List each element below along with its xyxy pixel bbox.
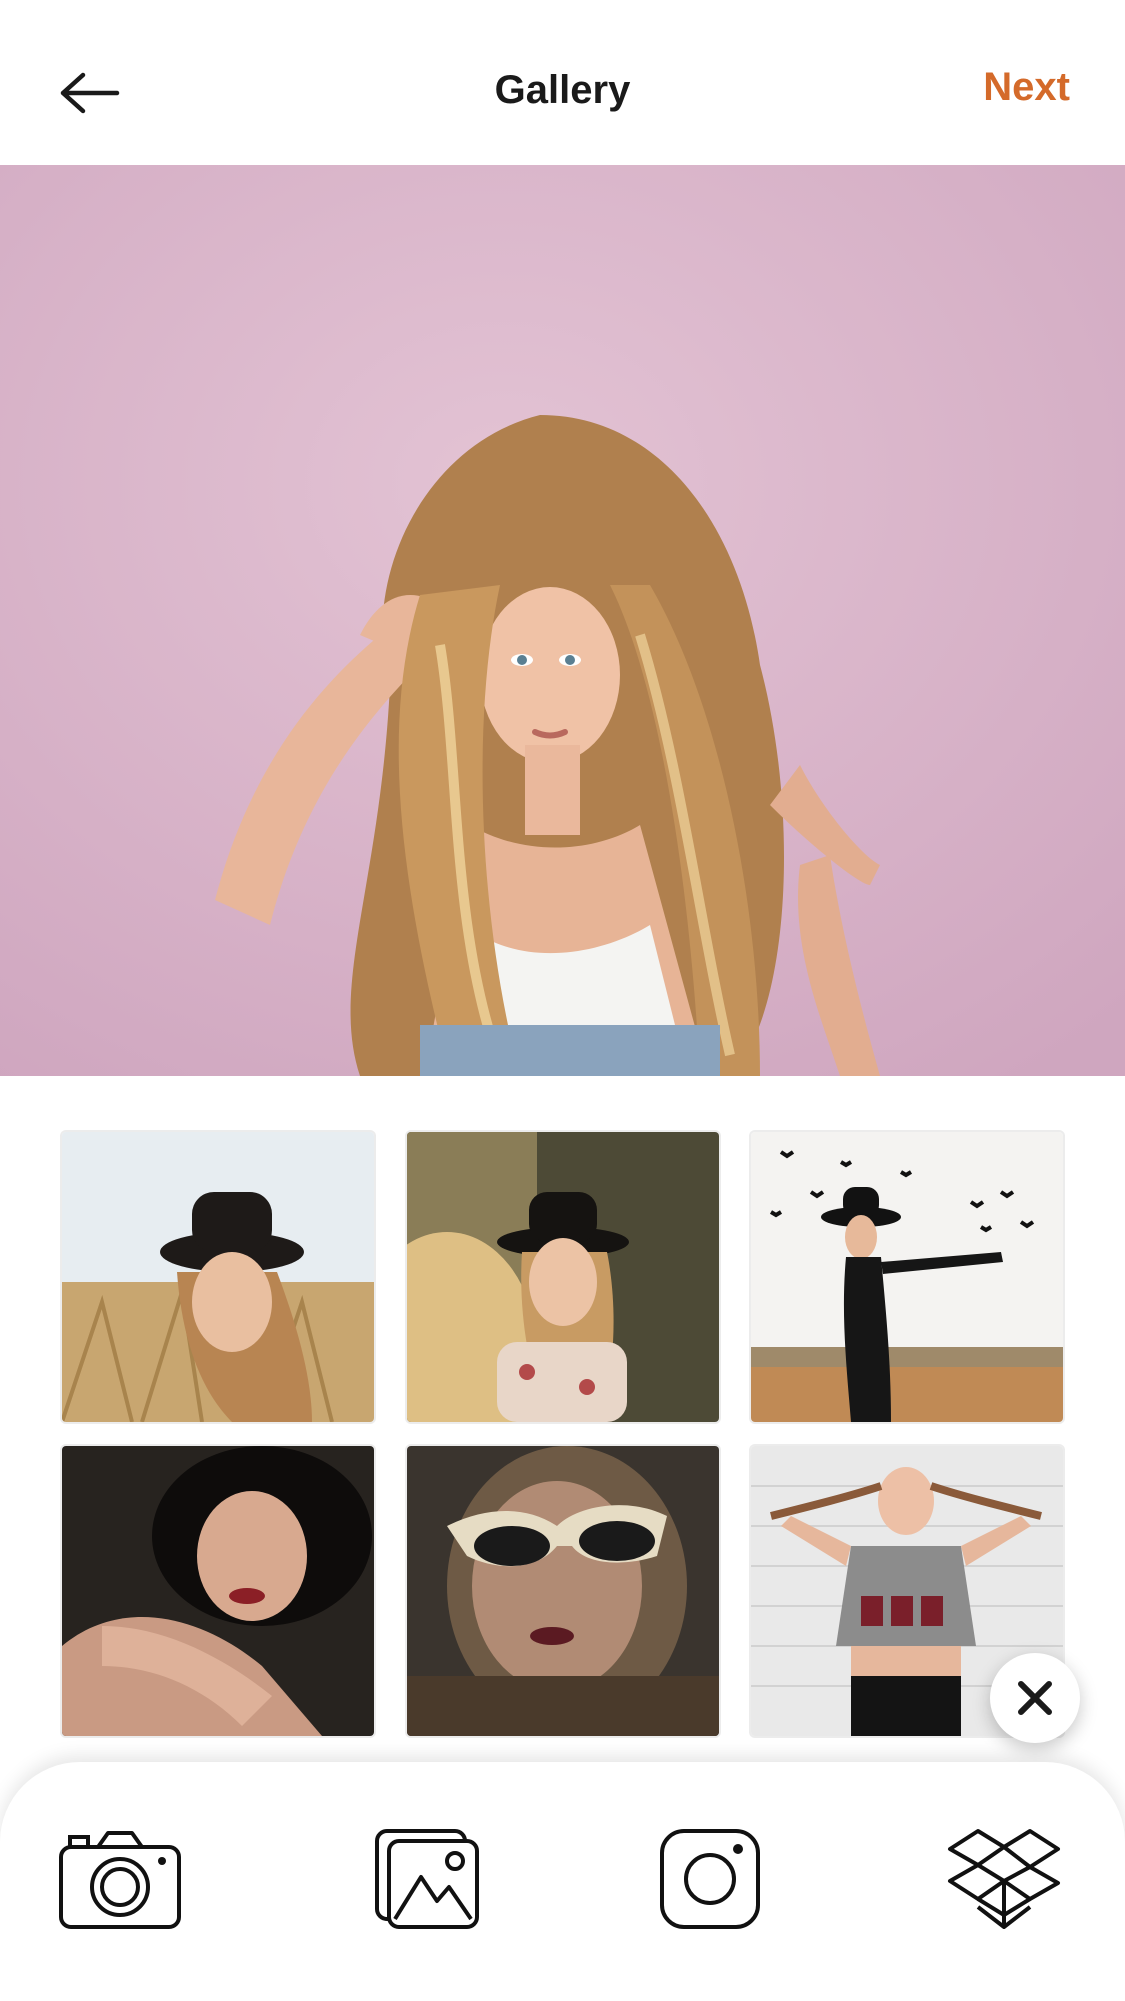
camera-source-button[interactable] xyxy=(58,1824,182,1934)
dropbox-icon xyxy=(948,1829,1060,1929)
gallery-icon xyxy=(375,1829,479,1929)
gallery-thumb[interactable] xyxy=(407,1132,719,1422)
source-selector-bar xyxy=(0,1762,1125,2001)
photo-woman-birds-field xyxy=(751,1132,1063,1422)
camera-icon xyxy=(59,1831,181,1929)
gallery-thumb[interactable] xyxy=(407,1446,719,1736)
dropbox-source-button[interactable] xyxy=(942,1824,1066,1934)
gallery-thumb[interactable] xyxy=(62,1446,374,1736)
selected-photo-preview xyxy=(0,165,1125,1076)
photo-woman-hat-in-grass xyxy=(62,1132,374,1422)
close-button[interactable] xyxy=(990,1653,1080,1743)
instagram-icon xyxy=(660,1829,760,1929)
next-button[interactable]: Next xyxy=(983,58,1070,116)
woman-portrait-image xyxy=(0,165,1125,1076)
photo-woman-sunglasses-fur xyxy=(407,1446,719,1736)
page-title: Gallery xyxy=(494,68,631,112)
photo-woman-curly-hair-dark xyxy=(62,1446,374,1736)
gallery-thumb[interactable] xyxy=(62,1132,374,1422)
gallery-thumb[interactable] xyxy=(751,1132,1063,1422)
photo-woman-black-hat-forest xyxy=(407,1132,719,1422)
close-icon xyxy=(1018,1681,1052,1715)
header-bar: Gallery Next xyxy=(0,0,1125,165)
gallery-source-button[interactable] xyxy=(366,1824,490,1934)
instagram-source-button[interactable] xyxy=(648,1824,772,1934)
